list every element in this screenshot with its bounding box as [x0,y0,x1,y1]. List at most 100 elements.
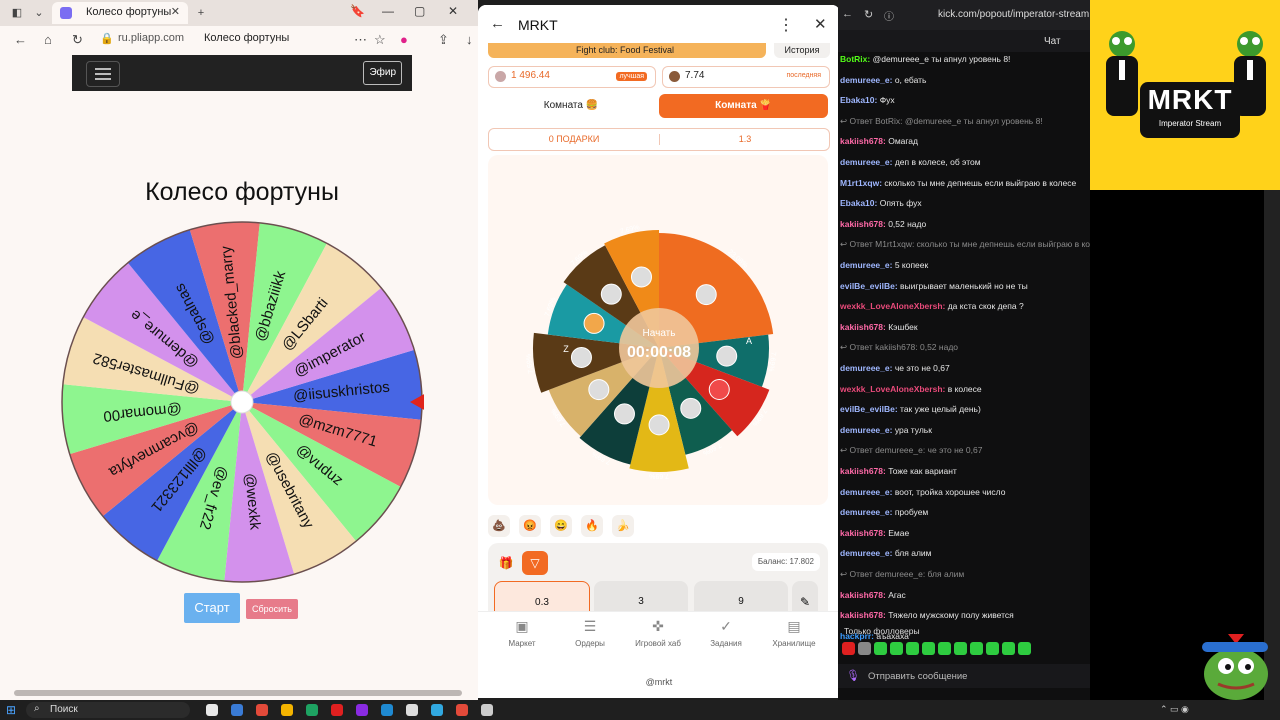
event-banner[interactable]: Fight club: Food Festival [488,43,766,58]
chat-username[interactable]: kakiish678: [840,136,886,146]
microphone-icon[interactable]: 🎙 [846,669,860,682]
chat-username[interactable]: demureee_e: [840,75,892,85]
room-tab-1[interactable]: Комната 🍔 [488,94,654,118]
emote-icon[interactable] [1018,642,1031,655]
reaction-emoji[interactable]: 🔥 [581,515,603,537]
emote-icon[interactable] [938,642,951,655]
back-arrow-icon[interactable]: ← [490,15,505,32]
more-vertical-icon[interactable]: ⋮ [778,15,794,35]
chat-username[interactable]: kakiish678: [840,610,886,620]
chat-username[interactable]: wexkk_LoveAloneXbersh: [840,384,945,394]
reaction-emoji[interactable]: 💩 [488,515,510,537]
chat-username[interactable]: kakiish678: [840,590,886,600]
taskbar-app-icon[interactable] [331,704,343,716]
taskbar-app-icon[interactable] [431,704,443,716]
reaction-emoji[interactable]: 😄 [550,515,572,537]
mrkt-wheel[interactable]: 23.08%7.69%7.69%7.69%7.69%7.69%7.69%7.69… [506,195,812,485]
taskbar-app-icon[interactable] [281,704,293,716]
chat-send-box[interactable]: 🎙 Отправить сообщение [838,664,1090,688]
gift-icon[interactable]: 🎁 [496,553,516,573]
chat-username[interactable]: Ebaka10: [840,198,877,208]
chat-username[interactable]: demureee_e: [840,507,892,517]
emote-icon[interactable] [842,642,855,655]
fortune-wheel[interactable]: @iisuskhristos@mzm7771@vuduz@usebritany@… [60,220,424,584]
share-icon[interactable]: ⇪ [438,32,449,48]
chat-username[interactable]: Ebaka10: [840,95,877,105]
chat-username[interactable]: demureee_e: [840,487,892,497]
tray-icons[interactable]: ⌃ ▭ ◉ [1160,704,1189,715]
taskbar-app-icon[interactable] [231,704,243,716]
emote-icon[interactable] [1002,642,1015,655]
chat-username[interactable]: BotRix: [840,54,870,64]
taskbar-app-icon[interactable] [456,704,468,716]
start-button[interactable]: Старт [184,593,240,623]
nav-market[interactable]: ▣ Маркет [486,618,558,648]
bookmark-icon[interactable]: 🔖 [350,4,365,18]
emote-icon[interactable] [858,642,871,655]
chat-username[interactable]: kakiish678: [840,219,886,229]
taskbar-app-icon[interactable] [306,704,318,716]
nav-storage[interactable]: ▤ Хранилище [758,618,830,648]
back-icon[interactable]: ← [842,8,853,20]
download-icon[interactable]: ↓ [466,32,473,47]
nav-gamehub[interactable]: ✜ Игровой хаб [622,618,694,648]
home-icon[interactable]: ⌂ [44,32,52,47]
close-icon[interactable]: ✕ [814,15,827,33]
chat-username[interactable]: kakiish678: [840,528,886,538]
taskbar-app-icon[interactable] [381,704,393,716]
emote-icon[interactable] [954,642,967,655]
chat-username[interactable]: demureee_e: [840,363,892,373]
close-tab-icon[interactable]: ✕ [171,5,180,18]
emote-icon[interactable] [922,642,935,655]
chat-username[interactable]: demureee_e: [840,425,892,435]
windows-start-icon[interactable]: ⊞ [6,703,16,717]
chat-username[interactable]: demureee_e: [840,157,892,167]
chat-username[interactable]: evilBe_evilBe: [840,281,898,291]
emote-icon[interactable] [890,642,903,655]
back-icon[interactable]: ← [14,32,27,47]
history-button[interactable]: История [774,43,830,58]
efir-button[interactable]: Эфир [363,61,402,85]
reload-icon[interactable]: ↻ [72,32,83,48]
chat-username[interactable]: wexkk_LoveAloneXbersh: [840,301,945,311]
extension-icon[interactable]: ● [400,32,408,47]
chat-username[interactable]: kakiish678: [840,466,886,476]
maximize-icon[interactable]: ▢ [414,4,425,18]
reset-button[interactable]: Сбросить [246,599,298,619]
room-tab-2[interactable]: Комната 🍟 [659,94,828,118]
taskbar-app-icon[interactable] [406,704,418,716]
vertical-scrollbar[interactable] [1264,190,1280,700]
chat-username[interactable]: demureee_e: [840,260,892,270]
taskbar-search[interactable]: ⌕ Поиск [26,702,190,718]
ton-icon[interactable]: ▽ [522,551,548,575]
taskbar-app-icon[interactable] [256,704,268,716]
taskbar-app-icon[interactable] [481,704,493,716]
chat-username[interactable]: demureee_e: [840,548,892,558]
nav-tasks[interactable]: ✓ Задания [690,618,762,648]
emote-icon[interactable] [986,642,999,655]
taskbar-app-icon[interactable] [206,704,218,716]
tab-list-icon[interactable]: ⌄ [30,4,48,22]
chat-username[interactable]: evilBe_evilBe: [840,404,898,414]
reaction-emoji[interactable]: 😡 [519,515,541,537]
menu-dots-icon[interactable]: ⋯ [354,32,367,48]
horizontal-scrollbar[interactable] [14,690,462,696]
hamburger-menu-icon[interactable] [86,61,120,87]
emote-icon[interactable] [906,642,919,655]
chat-username[interactable]: M1rt1xqw: [840,178,882,188]
bookmark-add-icon[interactable]: ☆ [374,32,386,48]
reaction-emoji[interactable]: 🍌 [612,515,634,537]
new-tab-icon[interactable]: + [192,4,210,22]
chat-url[interactable]: kick.com/popout/imperator-stream [938,9,1089,20]
reload-icon[interactable]: ↻ [864,8,873,21]
sidebar-toggle-icon[interactable]: ◧ [8,4,26,22]
emote-icon[interactable] [970,642,983,655]
taskbar-app-icon[interactable] [356,704,368,716]
close-window-icon[interactable]: ✕ [448,4,458,18]
minimize-icon[interactable]: — [382,4,394,18]
site-info-icon[interactable]: ⓘ [884,8,894,23]
emote-icon[interactable] [874,642,887,655]
nav-orders[interactable]: ☰ Ордеры [554,618,626,648]
url-text[interactable]: ru.pliapp.com [118,32,184,44]
browser-tab[interactable]: Колесо фортуны ✕ [52,2,188,24]
